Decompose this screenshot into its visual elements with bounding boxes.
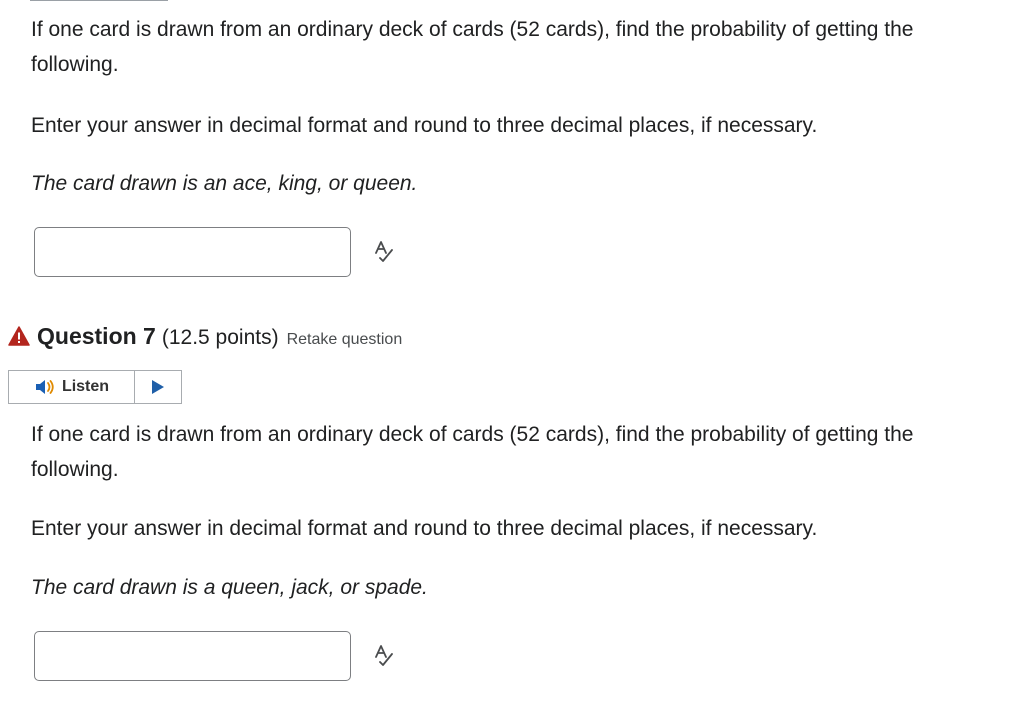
question-header: Question 7 (12.5 points) Retake question [8, 323, 402, 350]
question-title: Question 7 [37, 323, 156, 349]
listen-label: Listen [61, 378, 110, 395]
previous-question-instructions: Enter your answer in decimal format and … [31, 114, 818, 137]
quiz-page: If one card is drawn from an ordinary de… [0, 0, 1024, 720]
listen-button[interactable]: Listen [9, 371, 135, 403]
previous-question-prompt-block: If one card is drawn from an ordinary de… [31, 12, 981, 82]
previous-question-condition-block: The card drawn is an ace, king, or queen… [31, 166, 981, 201]
retake-question-label: Retake question [286, 331, 403, 348]
divider [30, 0, 168, 1]
play-button[interactable] [135, 371, 181, 403]
question-condition: The card drawn is a queen, jack, or spad… [31, 576, 428, 599]
question-prompt-block: If one card is drawn from an ordinary de… [31, 417, 981, 487]
speaker-icon [35, 380, 54, 394]
spellcheck-icon[interactable] [371, 643, 397, 669]
answer-row [34, 631, 397, 681]
warning-triangle-icon [8, 326, 30, 346]
previous-question-condition: The card drawn is an ace, king, or queen… [31, 172, 418, 195]
play-icon [152, 380, 164, 394]
previous-question-prompt: If one card is drawn from an ordinary de… [31, 18, 914, 76]
previous-question-instructions-block: Enter your answer in decimal format and … [31, 108, 981, 143]
previous-answer-input[interactable] [34, 227, 351, 277]
question-points: (12.5 points) [161, 326, 279, 349]
question-prompt: If one card is drawn from an ordinary de… [31, 423, 914, 481]
answer-input[interactable] [34, 631, 351, 681]
previous-answer-row [34, 227, 397, 277]
question-instructions: Enter your answer in decimal format and … [31, 517, 818, 540]
question-instructions-block: Enter your answer in decimal format and … [31, 511, 981, 546]
spellcheck-icon[interactable] [371, 239, 397, 265]
listen-toolbar: Listen [8, 370, 182, 404]
question-condition-block: The card drawn is a queen, jack, or spad… [31, 570, 981, 605]
